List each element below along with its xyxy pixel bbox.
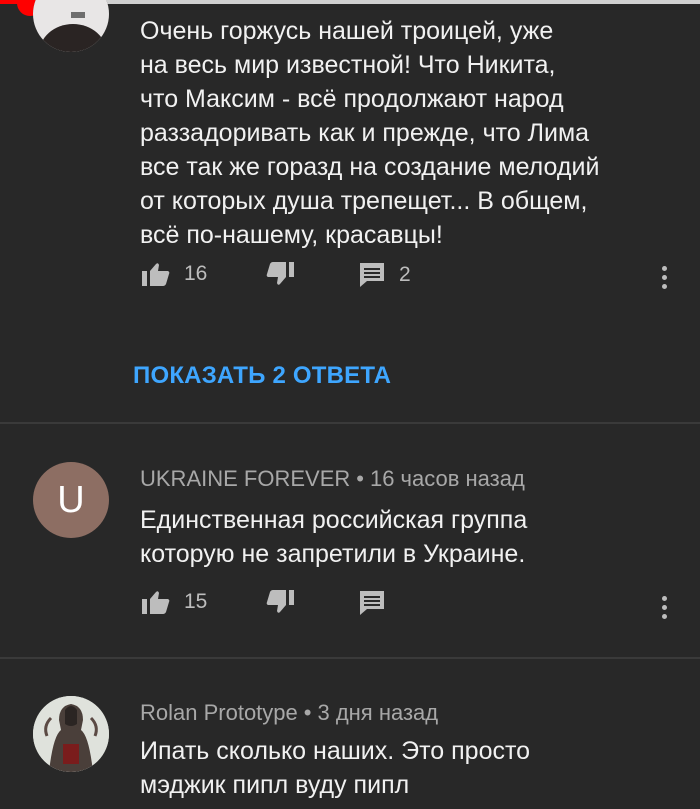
reply-icon (360, 591, 384, 615)
comments-page: Очень горжусь нашей троицей, уже на весь… (0, 0, 700, 809)
avatar[interactable] (33, 0, 109, 52)
comment-actions: 15 (0, 590, 700, 630)
thumbs-down-icon (266, 262, 294, 285)
comment-time: 3 дня назад (317, 700, 439, 725)
like-button[interactable]: 16 (142, 262, 207, 286)
comment-text: Ипать сколько наших. Это просто мэджик п… (140, 737, 531, 799)
thumbs-up-icon (142, 263, 170, 286)
thumbs-down-icon (266, 590, 294, 613)
dislike-button[interactable] (266, 590, 294, 614)
divider (0, 422, 700, 424)
avatar-letter: U (57, 478, 85, 521)
user-photo-icon (33, 0, 109, 52)
thumbs-up-icon (142, 591, 170, 614)
author-name[interactable]: UKRAINE FOREVER (140, 466, 350, 491)
divider (0, 657, 700, 659)
user-photo-icon (33, 696, 109, 772)
more-options-button[interactable] (662, 266, 670, 293)
avatar[interactable]: U (33, 462, 109, 538)
comment-actions: 16 2 (0, 262, 700, 302)
show-replies-link[interactable]: ПОКАЗАТЬ 2 ОТВЕТА (133, 362, 391, 390)
reply-button[interactable]: 2 (359, 262, 411, 288)
like-count: 16 (184, 262, 208, 285)
comment-meta: UKRAINE FOREVER • 16 часов назад (140, 466, 525, 491)
avatar[interactable] (33, 696, 109, 772)
more-options-button[interactable] (662, 596, 670, 623)
reply-icon (360, 263, 384, 287)
author-name[interactable]: Rolan Prototype (140, 700, 298, 725)
reply-button[interactable] (359, 590, 385, 616)
dislike-button[interactable] (266, 262, 294, 286)
comment-text: Очень горжусь нашей троицей, уже на весь… (140, 17, 600, 249)
reply-count: 2 (399, 263, 411, 286)
like-count: 15 (184, 590, 208, 613)
like-button[interactable]: 15 (142, 590, 207, 614)
comment-meta: Rolan Prototype • 3 дня назад (140, 700, 439, 725)
comment-time: 16 часов назад (369, 466, 525, 491)
comment-text: Единственная российская группа которую н… (140, 506, 528, 568)
